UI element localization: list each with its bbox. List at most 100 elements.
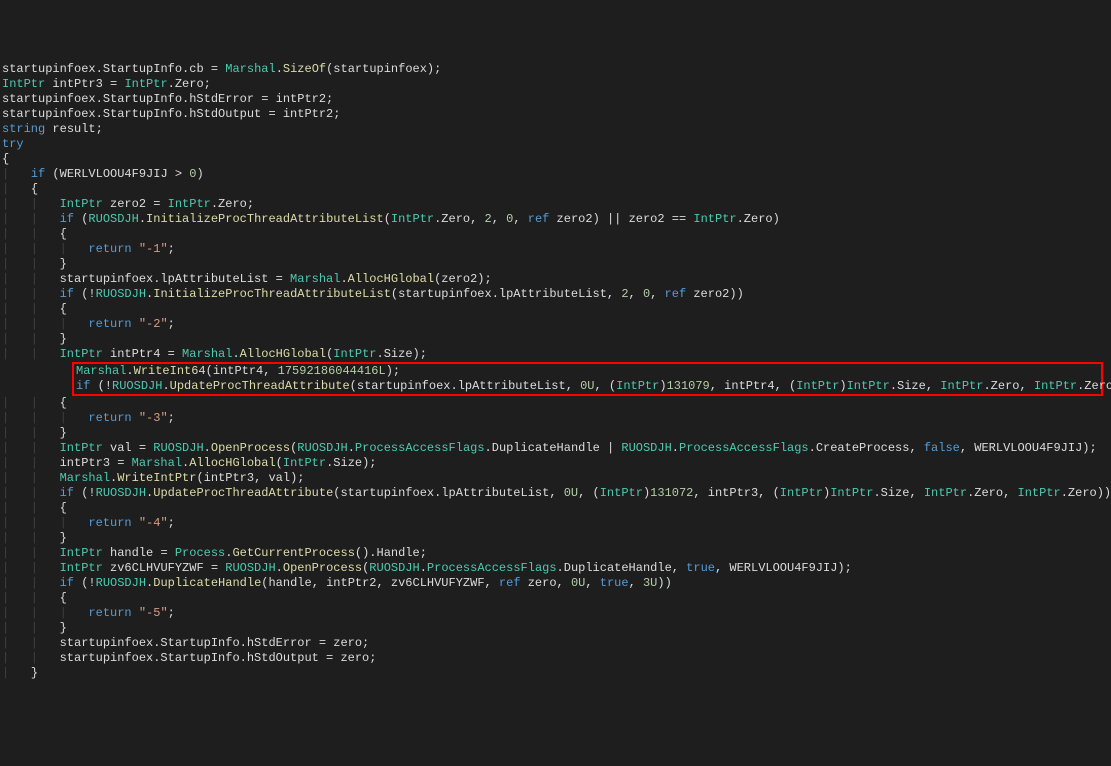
code-token: IntPtr [60, 561, 103, 575]
code-token: RUOSDJH [88, 212, 138, 226]
code-line: | | | return "-4"; [2, 516, 1111, 531]
code-line: | | { [2, 227, 1111, 242]
code-token: , [629, 287, 643, 301]
code-line: | | | return "-1"; [2, 242, 1111, 257]
code-token: RUOSDJH [225, 561, 275, 575]
code-token: 0U [564, 486, 578, 500]
code-token: , [585, 576, 599, 590]
code-line: | | } [2, 332, 1111, 347]
indent-guide: | | [2, 546, 60, 560]
code-token: . [276, 62, 283, 76]
code-token: , ( [595, 379, 617, 393]
code-token: IntPtr [2, 77, 45, 91]
code-editor[interactable]: startupinfoex.StartupInfo.cb = Marshal.S… [0, 60, 1111, 691]
code-line: | | | return "-5"; [2, 606, 1111, 621]
code-token: ; [204, 77, 211, 91]
highlight-annotation: Marshal.WriteInt64(intPtr4, 175921860444… [72, 362, 1103, 396]
indent-guide: | [2, 666, 31, 680]
code-token [132, 606, 139, 620]
code-token: InitializeProcThreadAttributeList [153, 287, 391, 301]
code-token: (intPtr4, [206, 364, 278, 378]
code-token: if [60, 576, 74, 590]
code-token: IntPtr [60, 546, 103, 560]
code-token: . [276, 561, 283, 575]
code-token: } [60, 621, 67, 635]
code-token: ( [74, 212, 88, 226]
code-token: .Size, [890, 379, 940, 393]
code-token: } [60, 332, 67, 346]
code-token: UpdateProcThreadAttribute [153, 486, 333, 500]
code-token: . [162, 379, 169, 393]
code-token: .Zero)) [1061, 486, 1111, 500]
code-token: ) [839, 379, 846, 393]
code-token: . [232, 347, 239, 361]
code-line: | | { [2, 396, 1111, 411]
code-token: } [60, 426, 67, 440]
code-token [132, 516, 139, 530]
code-line: { [2, 152, 1111, 167]
code-line: | if (WERLVLOOU4F9JIJ > 0) [2, 167, 1111, 182]
code-token: { [60, 591, 67, 605]
code-line: | | { [2, 302, 1111, 317]
code-token: if [60, 486, 74, 500]
code-token: IntPtr [830, 486, 873, 500]
code-token: return [88, 606, 131, 620]
code-line: | | startupinfoex.lpAttributeList = Mars… [2, 272, 1111, 287]
code-token: IntPtr [693, 212, 736, 226]
code-token: IntPtr [60, 347, 103, 361]
code-token [132, 317, 139, 331]
code-token: (! [74, 287, 96, 301]
code-token: IntPtr [1018, 486, 1061, 500]
code-line: | | { [2, 501, 1111, 516]
code-token: RUOSDJH [369, 561, 419, 575]
code-token: IntPtr [60, 441, 103, 455]
code-token: (handle, intPtr2, zv6CLHVUFYZWF, [261, 576, 499, 590]
code-token: false [924, 441, 960, 455]
code-token: zero, [521, 576, 571, 590]
code-token: (startupinfoex); [326, 62, 441, 76]
code-token: try [2, 137, 24, 151]
code-token: ; [168, 317, 175, 331]
code-token: (! [74, 576, 96, 590]
code-token: cb [189, 62, 203, 76]
code-token: 2 [621, 287, 628, 301]
code-token: , intPtr4, ( [710, 379, 796, 393]
code-token: 2 [485, 212, 492, 226]
code-token: IntPtr [283, 456, 326, 470]
code-line: | | IntPtr zero2 = IntPtr.Zero; [2, 197, 1111, 212]
code-token: OpenProcess [211, 441, 290, 455]
code-token: .Zero; [211, 197, 254, 211]
code-token: Marshal [76, 364, 126, 378]
indent-guide: | | | [2, 606, 88, 620]
code-token: startupinfoex.StartupInfo.hStdOutput = i… [2, 107, 340, 121]
code-token: IntPtr [168, 197, 211, 211]
code-token: (startupinfoex.lpAttributeList, [350, 379, 580, 393]
indent-guide: | | | [2, 317, 88, 331]
code-token: 0U [580, 379, 594, 393]
code-token: startupinfoex.StartupInfo.hStdError = ze… [60, 636, 370, 650]
code-token: zero2) || zero2 == [549, 212, 693, 226]
code-line: | | if (!RUOSDJH.DuplicateHandle(handle,… [2, 576, 1111, 591]
code-token: RUOSDJH [297, 441, 347, 455]
code-token: (! [74, 486, 96, 500]
indent-guide: | | [2, 396, 60, 410]
code-line: | | IntPtr intPtr4 = Marshal.AllocHGloba… [2, 347, 1111, 362]
code-token: , [629, 576, 643, 590]
code-line: string result; [2, 122, 1111, 137]
code-token: if [76, 379, 90, 393]
code-token: { [60, 501, 67, 515]
indent-guide: | | [2, 651, 60, 665]
code-token: Marshal [225, 62, 275, 76]
code-line: | | IntPtr val = RUOSDJH.OpenProcess(RUO… [2, 441, 1111, 456]
code-token: RUOSDJH [112, 379, 162, 393]
code-token: IntPtr [924, 486, 967, 500]
code-token: return [88, 242, 131, 256]
code-token: "-4" [139, 516, 168, 530]
indent-guide: | | [2, 501, 60, 515]
code-token: RUOSDJH [153, 441, 203, 455]
code-line: | | if (!RUOSDJH.InitializeProcThreadAtt… [2, 287, 1111, 302]
code-token: "-5" [139, 606, 168, 620]
code-line: startupinfoex.StartupInfo.hStdOutput = i… [2, 107, 1111, 122]
code-token: IntPtr [124, 77, 167, 91]
code-token: IntPtr [940, 379, 983, 393]
